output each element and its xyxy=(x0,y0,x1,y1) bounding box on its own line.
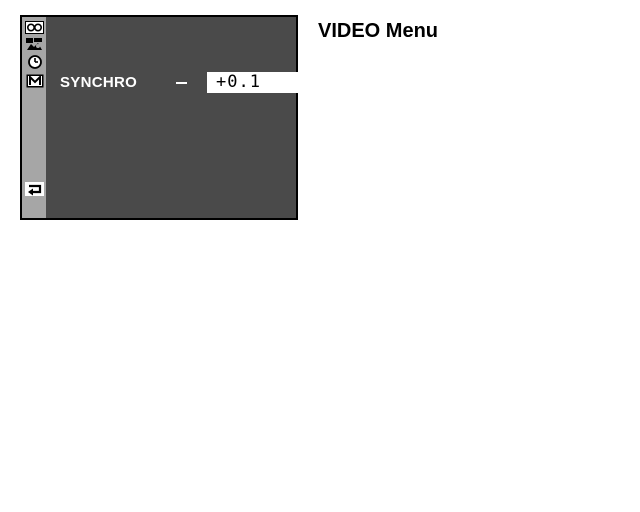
menu-item-label: SYNCHRO xyxy=(60,74,138,91)
tape-icon[interactable] xyxy=(25,20,44,34)
synchro-menu-row[interactable]: SYNCHRO +0.1 xyxy=(46,72,316,94)
manual-m-icon[interactable] xyxy=(25,74,44,88)
camera-settings-icon[interactable] xyxy=(25,37,44,51)
value-highlight[interactable]: +0.1 xyxy=(207,72,316,93)
value-separator xyxy=(176,82,187,84)
return-icon[interactable] xyxy=(25,182,44,196)
camcorder-menu-screen: SYNCHRO +0.1 xyxy=(20,15,316,220)
synchro-value: +0.1 xyxy=(216,72,261,92)
clock-icon[interactable] xyxy=(25,55,44,69)
page-title: VIDEO Menu xyxy=(318,20,439,42)
menu-sidebar xyxy=(22,17,46,218)
